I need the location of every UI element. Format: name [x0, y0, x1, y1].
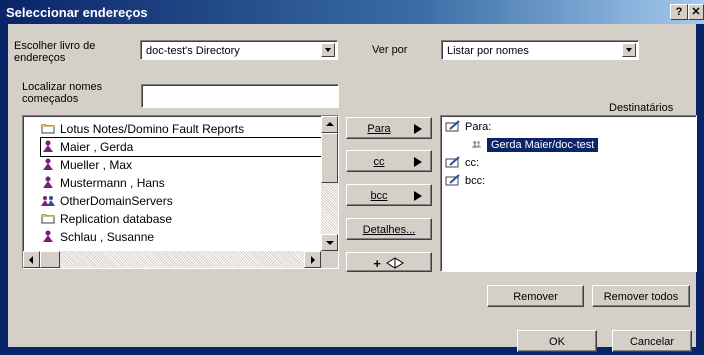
- list-item[interactable]: Replication database: [41, 210, 172, 228]
- scroll-up-icon[interactable]: [321, 116, 338, 133]
- recipients-header: Destinatários: [609, 102, 674, 114]
- scroll-down-icon[interactable]: [321, 234, 338, 251]
- recipient-group-bcc[interactable]: bcc:: [445, 173, 485, 189]
- add-to-address-book-button[interactable]: +: [346, 252, 432, 272]
- view-by-select[interactable]: Listar por nomes: [441, 40, 639, 60]
- person-icon: [43, 176, 53, 188]
- recipient-group-to[interactable]: Para:: [445, 119, 491, 135]
- list-item[interactable]: Maier , Gerda: [40, 137, 337, 157]
- recipient-group-cc[interactable]: cc:: [445, 155, 479, 171]
- view-by-label: Ver por: [372, 44, 408, 56]
- arrow-right-icon: [414, 157, 422, 167]
- recipients-listbox[interactable]: Para: Gerda Maier/doc-test cc: bcc:: [440, 115, 697, 272]
- details-button[interactable]: Detalhes...: [346, 218, 432, 240]
- scroll-left-icon[interactable]: [23, 251, 40, 268]
- chevron-down-icon[interactable]: [321, 43, 335, 57]
- address-book-icon: [385, 257, 404, 269]
- arrow-right-icon: [414, 191, 422, 201]
- scroll-corner: [321, 251, 338, 268]
- help-button[interactable]: ?: [670, 4, 688, 20]
- list-item[interactable]: Lotus Notes/Domino Fault Reports: [41, 120, 244, 138]
- pencil-memo-icon: [445, 174, 460, 186]
- ok-button[interactable]: OK: [517, 330, 597, 352]
- horizontal-scrollbar[interactable]: [23, 251, 321, 268]
- person-icon: [43, 140, 53, 152]
- list-item[interactable]: OtherDomainServers: [41, 192, 173, 210]
- address-book-value: doc-test's Directory: [146, 45, 240, 57]
- title-bar: Seleccionar endereços ? ✕: [0, 0, 704, 24]
- pencil-memo-icon: [445, 120, 460, 132]
- find-names-label: Localizar nomes começados: [22, 81, 103, 105]
- person-icon: [471, 141, 482, 148]
- pencil-memo-icon: [445, 156, 460, 168]
- add-cc-button[interactable]: cc: [346, 150, 432, 172]
- recipient-entry[interactable]: Gerda Maier/doc-test: [471, 137, 600, 153]
- remove-all-button[interactable]: Remover todos: [592, 285, 690, 307]
- vertical-scroll-thumb[interactable]: [321, 133, 338, 183]
- view-by-value: Listar por nomes: [447, 45, 529, 57]
- chevron-down-icon[interactable]: [622, 43, 636, 57]
- add-bcc-button[interactable]: bcc: [346, 184, 432, 206]
- names-listbox[interactable]: Lotus Notes/Domino Fault Reports Maier ,…: [22, 115, 339, 269]
- scroll-right-icon[interactable]: [304, 251, 321, 268]
- address-book-select[interactable]: doc-test's Directory: [140, 40, 338, 60]
- vertical-scrollbar[interactable]: [321, 116, 338, 251]
- person-icon: [43, 230, 53, 242]
- list-item[interactable]: Mustermann , Hans: [41, 174, 165, 192]
- remove-button[interactable]: Remover: [487, 285, 584, 307]
- cancel-button[interactable]: Cancelar: [612, 330, 692, 352]
- address-book-label: Escolher livro de endereços: [14, 40, 96, 64]
- horizontal-scroll-thumb[interactable]: [40, 251, 60, 268]
- window-title: Seleccionar endereços: [6, 5, 148, 20]
- folder-icon: [41, 214, 55, 224]
- list-item[interactable]: Schlau , Susanne: [41, 228, 154, 246]
- close-button[interactable]: ✕: [688, 4, 704, 20]
- add-to-button[interactable]: Para: [346, 117, 432, 139]
- person-icon: [43, 158, 53, 170]
- find-names-input[interactable]: [141, 84, 339, 108]
- list-item[interactable]: Mueller , Max: [41, 156, 132, 174]
- arrow-right-icon: [414, 124, 422, 134]
- folder-icon: [41, 124, 55, 134]
- group-icon: [41, 196, 55, 206]
